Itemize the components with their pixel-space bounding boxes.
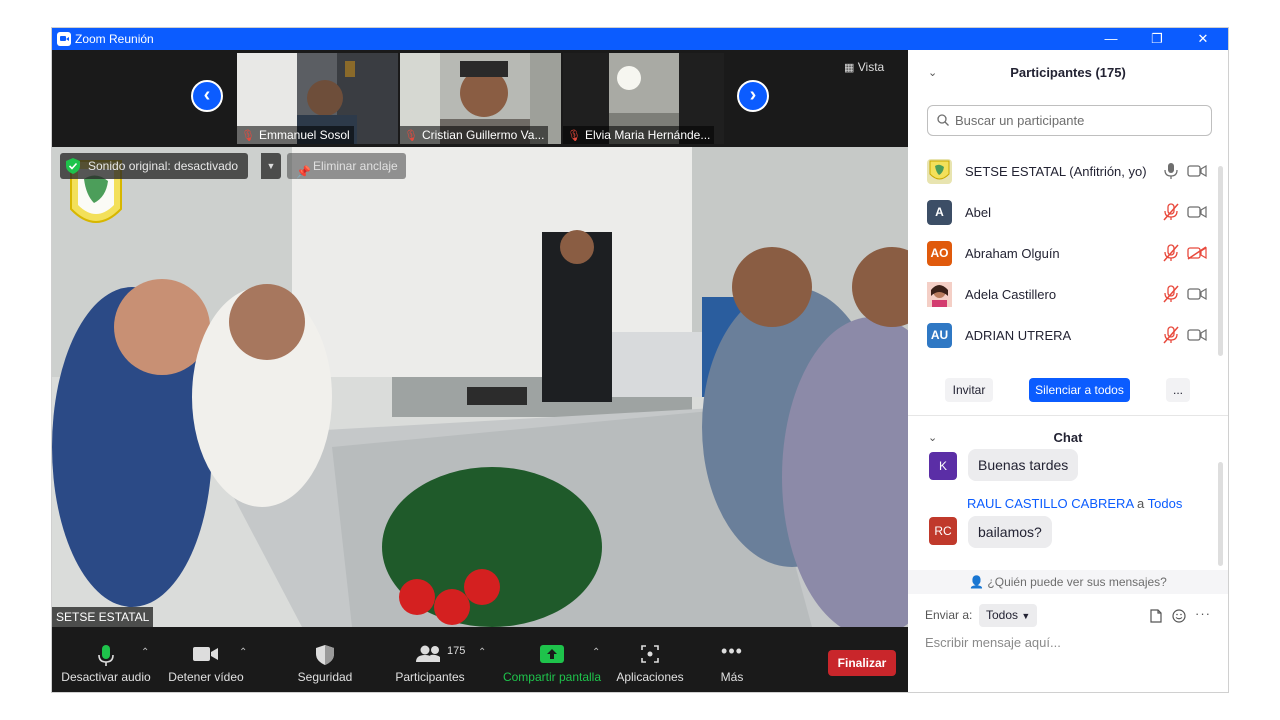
mute-button[interactable]: Desactivar audio <box>60 627 152 692</box>
stop-video-button[interactable]: Detener vídeo <box>165 627 247 692</box>
video-camera-icon[interactable] <box>1187 287 1207 301</box>
mute-all-button[interactable]: Silenciar a todos <box>1029 378 1130 402</box>
participant-name-label: SETSE ESTATAL <box>52 607 154 627</box>
participants-options-chevron[interactable]: ⌃ <box>478 647 486 658</box>
share-screen-icon <box>540 645 564 663</box>
search-icon <box>937 114 949 126</box>
microphone-icon[interactable] <box>1163 162 1179 180</box>
pin-icon: 📌 <box>296 165 311 179</box>
muted-mic-icon: 🎙 <box>567 130 581 142</box>
participant-thumbnail[interactable]: 🎙 Emmanuel Sosol <box>237 53 398 144</box>
side-panel: ⌄ Participantes (175) Buscar un particip… <box>908 50 1228 692</box>
zoom-window: Zoom Reunión — ❐ ✕ ‹ 🎙 Emmanuel Sosol 🎙 … <box>52 28 1228 692</box>
participants-icon <box>416 645 440 662</box>
avatar: AO <box>927 241 952 266</box>
collapse-chevron-icon[interactable]: ⌄ <box>928 421 937 455</box>
avatar <box>927 282 952 307</box>
chat-avatar: K <box>929 452 957 480</box>
audio-options-chevron[interactable]: ⌃ <box>141 647 149 658</box>
thumbnail-strip: ‹ 🎙 Emmanuel Sosol 🎙 Cristian Guillermo … <box>52 50 908 147</box>
participant-row[interactable]: AU ADRIAN UTRERA <box>908 317 1228 358</box>
setse-logo-icon <box>929 160 950 180</box>
muted-microphone-icon[interactable] <box>1163 285 1179 303</box>
zoom-app-icon <box>57 32 71 46</box>
participants-more-button[interactable]: ... <box>1166 378 1190 402</box>
participant-row[interactable]: SETSE ESTATAL (Anfitrión, yo) <box>908 153 1228 194</box>
security-button[interactable]: Seguridad <box>290 627 360 692</box>
minimize-button[interactable]: — <box>1088 28 1134 50</box>
unpin-button[interactable]: 📌 Eliminar anclaje <box>287 153 406 179</box>
close-button[interactable]: ✕ <box>1180 28 1226 50</box>
chat-message-input[interactable]: Escribir mensaje aquí... <box>925 635 1061 650</box>
more-button[interactable]: ••• Más <box>707 627 757 692</box>
person-lock-icon: 👤 <box>969 575 985 589</box>
who-can-see-messages-link[interactable]: 👤 ¿Quién puede ver sus mensajes? <box>908 570 1228 594</box>
share-options-chevron[interactable]: ⌃ <box>592 647 600 658</box>
participants-header: ⌄ Participantes (175) <box>908 56 1228 90</box>
more-dots-icon: ••• <box>721 641 743 661</box>
emoji-icon[interactable] <box>1172 609 1186 623</box>
section-divider <box>908 415 1228 416</box>
muted-mic-icon: 🎙 <box>404 130 418 142</box>
main-video: Sonido original: desactivado ▼ 📌 Elimina… <box>52 147 908 627</box>
video-camera-icon[interactable] <box>1187 328 1207 342</box>
chat-message: Buenas tardes <box>968 449 1079 481</box>
grid-icon: ▦ <box>844 62 855 74</box>
muted-mic-icon: 🎙 <box>241 130 255 142</box>
send-to-select[interactable]: Todos ▼ <box>979 604 1038 627</box>
shield-check-icon <box>66 158 80 174</box>
apps-icon <box>641 645 659 663</box>
chat-avatar: RC <box>929 517 957 545</box>
microphone-icon <box>98 645 114 666</box>
next-page-button[interactable]: › <box>737 80 769 112</box>
video-camera-icon <box>193 647 218 661</box>
avatar <box>927 159 952 184</box>
muted-microphone-icon[interactable] <box>1163 203 1179 221</box>
participants-count: 175 <box>447 645 466 657</box>
title-bar: Zoom Reunión — ❐ ✕ <box>52 28 1228 50</box>
original-sound-dropdown[interactable]: ▼ <box>261 153 281 179</box>
profile-photo <box>927 282 952 307</box>
prev-page-button[interactable]: ‹ <box>191 80 223 112</box>
meeting-toolbar: Desactivar audio ⌃ Detener vídeo ⌃ Segur… <box>52 627 908 692</box>
avatar: A <box>927 200 952 225</box>
avatar: AU <box>927 323 952 348</box>
muted-microphone-icon[interactable] <box>1163 244 1179 262</box>
invite-button[interactable]: Invitar <box>945 378 993 402</box>
chat-sender: RAUL CASTILLO CABRERA a Todos <box>967 496 1183 511</box>
chat-message: bailamos? <box>968 516 1052 548</box>
share-screen-button[interactable]: Compartir pantalla <box>498 627 606 692</box>
video-camera-icon[interactable] <box>1187 164 1207 178</box>
participant-row[interactable]: Adela Castillero <box>908 276 1228 317</box>
video-camera-icon[interactable] <box>1187 205 1207 219</box>
chat-more-icon[interactable]: ··· <box>1195 606 1211 621</box>
original-sound-toggle[interactable]: Sonido original: desactivado <box>60 153 249 179</box>
file-icon[interactable] <box>1150 609 1162 623</box>
video-off-icon[interactable] <box>1187 246 1207 260</box>
collapse-chevron-icon[interactable]: ⌄ <box>928 56 937 90</box>
shield-icon <box>316 645 334 665</box>
thumbnail-name: 🎙 Emmanuel Sosol <box>237 126 354 144</box>
video-options-chevron[interactable]: ⌃ <box>239 647 247 658</box>
participant-thumbnail[interactable]: 🎙 Cristian Guillermo Va... <box>400 53 561 144</box>
participant-row[interactable]: A Abel <box>908 194 1228 235</box>
thumbnail-name: 🎙 Cristian Guillermo Va... <box>400 126 549 144</box>
thumbnail-name: 🎙 Elvia Maria Hernánde... <box>563 126 715 144</box>
restore-button[interactable]: ❐ <box>1134 28 1180 50</box>
participants-button[interactable]: 175 Participantes <box>390 627 470 692</box>
end-meeting-button[interactable]: Finalizar <box>828 650 896 676</box>
participant-search-input[interactable]: Buscar un participante <box>927 105 1212 136</box>
chat-scrollbar[interactable] <box>1218 462 1223 566</box>
video-frame <box>52 147 908 627</box>
send-to-label: Enviar a: <box>925 608 973 622</box>
participant-thumbnail[interactable]: 🎙 Elvia Maria Hernánde... <box>563 53 724 144</box>
meeting-area: ‹ 🎙 Emmanuel Sosol 🎙 Cristian Guillermo … <box>52 50 908 692</box>
window-title: Zoom Reunión <box>75 32 154 46</box>
muted-microphone-icon[interactable] <box>1163 326 1179 344</box>
view-button[interactable]: ▦ Vista <box>844 60 884 74</box>
participants-scrollbar[interactable] <box>1218 166 1223 356</box>
participant-row[interactable]: AO Abraham Olguín <box>908 235 1228 276</box>
chevron-down-icon: ▼ <box>1021 611 1031 621</box>
apps-button[interactable]: Aplicaciones <box>614 627 686 692</box>
